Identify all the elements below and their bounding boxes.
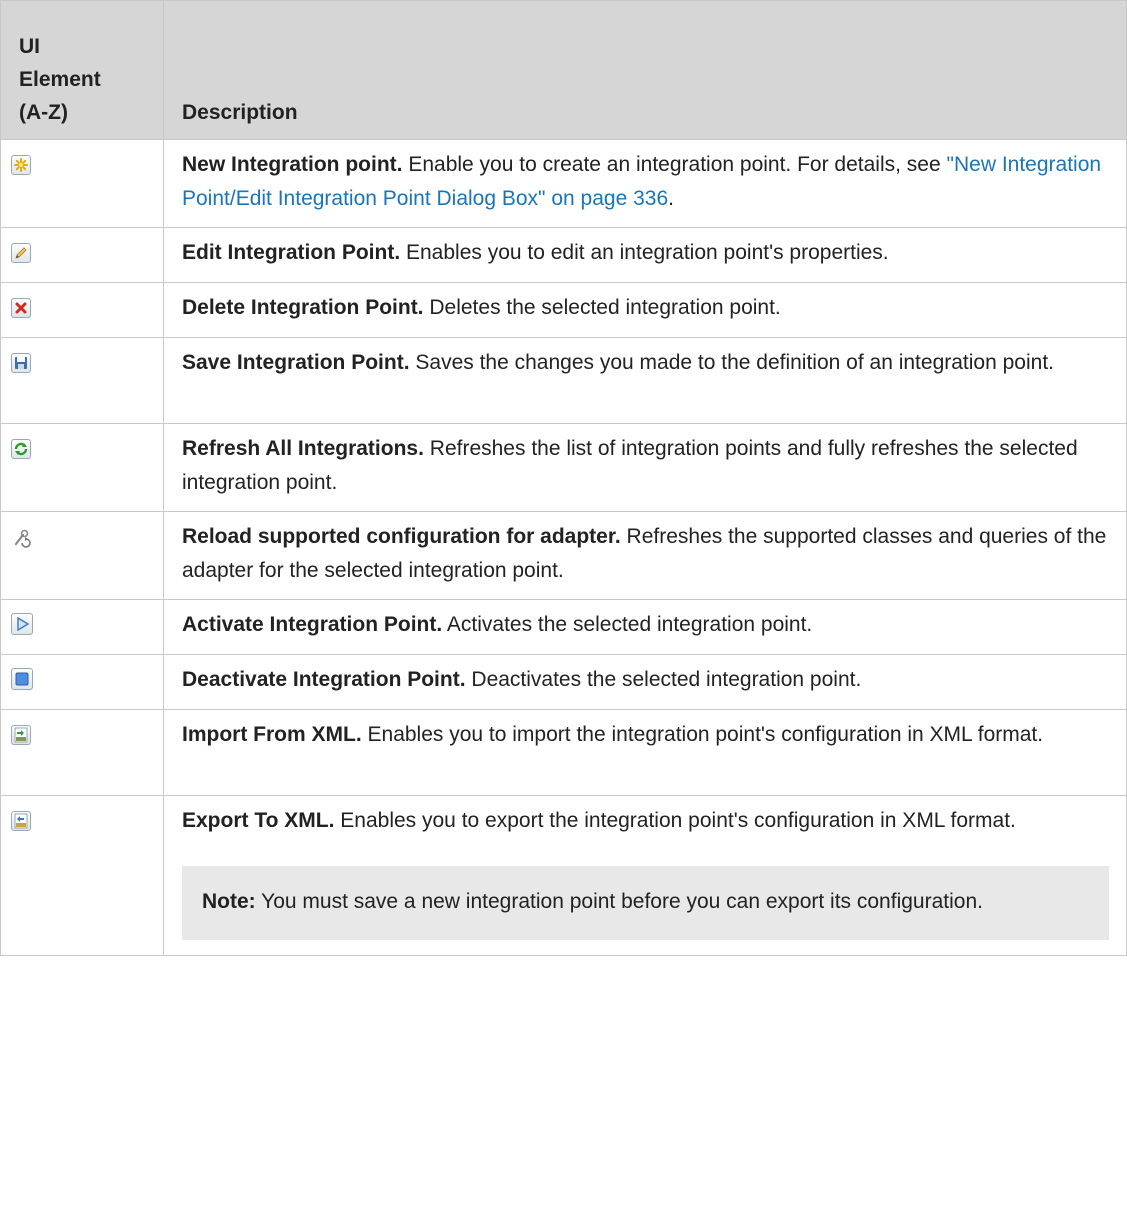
header-description-label: Description	[182, 101, 298, 124]
row-icon-cell	[0, 139, 164, 228]
note-text: You must save a new integration point be…	[255, 890, 983, 913]
row-title: Import From XML.	[182, 723, 362, 746]
header-ui-line1: UI	[19, 35, 40, 58]
export-xml-icon[interactable]	[11, 811, 31, 831]
table-row: Delete Integration Point. Deletes the se…	[0, 282, 1127, 338]
row-title: Refresh All Integrations.	[182, 437, 424, 460]
ui-elements-table: UI Element (A-Z) Description New Integra…	[0, 0, 1127, 956]
row-text: Enables you to edit an integration point…	[400, 241, 889, 264]
row-description: New Integration point. Enable you to cre…	[163, 139, 1127, 228]
note-label: Note:	[202, 890, 256, 913]
deactivate-stop-icon[interactable]	[11, 668, 33, 690]
header-description: Description	[163, 0, 1127, 140]
activate-play-icon[interactable]	[11, 613, 33, 635]
row-icon-cell	[0, 511, 164, 600]
row-title: New Integration point.	[182, 153, 403, 176]
table-row: Import From XML. Enables you to import t…	[0, 709, 1127, 796]
row-icon-cell	[0, 282, 164, 338]
row-text: Enables you to export the integration po…	[334, 809, 1016, 832]
row-text: Activates the selected integration point…	[442, 613, 813, 636]
row-title: Activate Integration Point.	[182, 613, 443, 636]
row-icon-cell	[0, 654, 164, 710]
row-icon-cell	[0, 599, 164, 655]
table-row: Reload supported configuration for adapt…	[0, 511, 1127, 600]
table-row: New Integration point. Enable you to cre…	[0, 139, 1127, 228]
save-disk-icon[interactable]	[11, 353, 31, 373]
table-row: Export To XML. Enables you to export the…	[0, 795, 1127, 956]
row-description: Import From XML. Enables you to import t…	[163, 709, 1127, 796]
row-description: Deactivate Integration Point. Deactivate…	[163, 654, 1127, 710]
table-row: Edit Integration Point. Enables you to e…	[0, 227, 1127, 283]
edit-pencil-icon[interactable]	[11, 243, 31, 263]
row-text: Enables you to import the integration po…	[361, 723, 1044, 746]
row-description: Edit Integration Point. Enables you to e…	[163, 227, 1127, 283]
header-ui-line3: (A-Z)	[19, 101, 68, 124]
row-description: Export To XML. Enables you to export the…	[163, 795, 1127, 956]
row-title: Save Integration Point.	[182, 351, 410, 374]
row-title: Delete Integration Point.	[182, 296, 424, 319]
header-ui-element: UI Element (A-Z)	[0, 0, 164, 140]
row-text: Deletes the selected integration point.	[423, 296, 781, 319]
row-text-end: .	[668, 187, 674, 210]
reload-tools-icon[interactable]	[11, 527, 31, 548]
delete-x-icon[interactable]	[11, 298, 31, 318]
row-description: Refresh All Integrations. Refreshes the …	[163, 423, 1127, 512]
row-description: Delete Integration Point. Deletes the se…	[163, 282, 1127, 338]
row-text: Saves the changes you made to the defini…	[409, 351, 1054, 374]
row-description: Reload supported configuration for adapt…	[163, 511, 1127, 600]
new-icon[interactable]	[11, 155, 31, 175]
ui-elements-table-container: UI Element (A-Z) Description New Integra…	[0, 0, 1127, 956]
row-icon-cell	[0, 337, 164, 424]
refresh-icon[interactable]	[11, 439, 31, 459]
table-row: Deactivate Integration Point. Deactivate…	[0, 654, 1127, 710]
row-description: Activate Integration Point. Activates th…	[163, 599, 1127, 655]
row-icon-cell	[0, 423, 164, 512]
header-ui-line2: Element	[19, 68, 101, 91]
row-title: Reload supported configuration for adapt…	[182, 525, 621, 548]
table-header-row: UI Element (A-Z) Description	[0, 0, 1127, 140]
row-text: Enable you to create an integration poin…	[402, 153, 947, 176]
row-title: Export To XML.	[182, 809, 335, 832]
table-row: Save Integration Point. Saves the change…	[0, 337, 1127, 424]
table-row: Activate Integration Point. Activates th…	[0, 599, 1127, 655]
row-title: Deactivate Integration Point.	[182, 668, 466, 691]
row-icon-cell	[0, 795, 164, 956]
row-icon-cell	[0, 227, 164, 283]
row-description: Save Integration Point. Saves the change…	[163, 337, 1127, 424]
row-text: Deactivates the selected integration poi…	[465, 668, 862, 691]
note-box: Note: You must save a new integration po…	[182, 866, 1109, 940]
table-row: Refresh All Integrations. Refreshes the …	[0, 423, 1127, 512]
row-title: Edit Integration Point.	[182, 241, 401, 264]
row-icon-cell	[0, 709, 164, 796]
import-xml-icon[interactable]	[11, 725, 31, 745]
